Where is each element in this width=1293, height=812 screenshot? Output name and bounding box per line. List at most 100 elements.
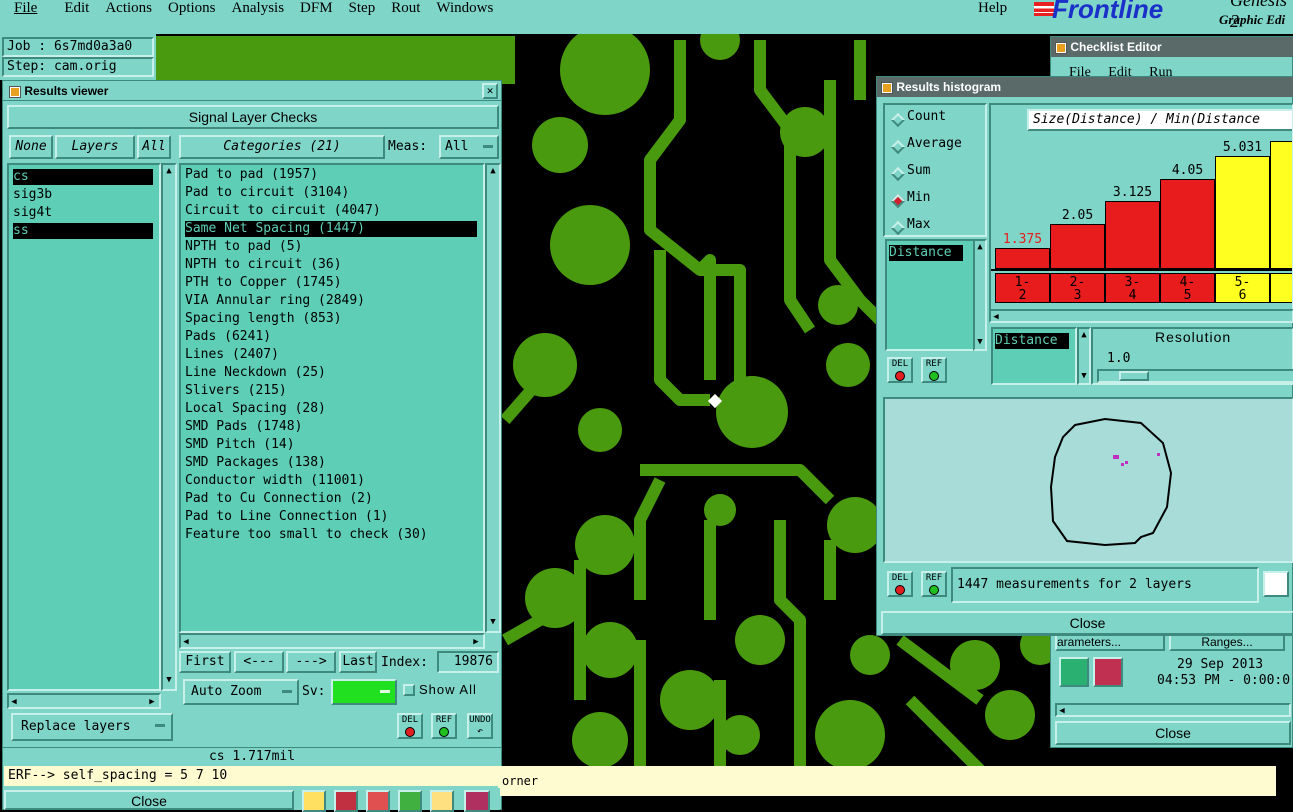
histogram-bar[interactable]	[1270, 141, 1292, 269]
hist-ref-button[interactable]: REF	[921, 357, 947, 383]
index-field[interactable]: 19876	[437, 651, 499, 673]
run-icon[interactable]	[1059, 657, 1089, 687]
scroll-up-icon[interactable]: ▲	[164, 166, 174, 176]
menu-analysis[interactable]: Analysis	[232, 0, 285, 17]
category-list-item[interactable]: Feature too small to check (30)	[185, 527, 477, 543]
histogram-titlebar[interactable]: Results histogram	[877, 77, 1293, 97]
layer-icon[interactable]	[334, 790, 358, 812]
category-list-item[interactable]: PTH to Copper (1745)	[185, 275, 477, 291]
chart-hscrollbar[interactable]: ◀	[989, 309, 1293, 323]
layers-hscrollbar[interactable]: ◀ ▶	[7, 693, 161, 709]
scroll-down-icon[interactable]: ▼	[975, 337, 985, 347]
del-button[interactable]: DEL	[397, 713, 423, 739]
histogram-bin-label[interactable]: 1- 2	[995, 273, 1050, 303]
replace-layers-dropdown[interactable]: Replace layers	[11, 713, 173, 741]
scroll-up-icon[interactable]: ▲	[488, 166, 498, 176]
none-button[interactable]: None	[9, 135, 53, 159]
layer-list-item[interactable]: ss	[13, 223, 153, 239]
category-list-item[interactable]: Lines (2407)	[185, 347, 477, 363]
mode-radio-button[interactable]	[890, 139, 906, 155]
histogram-icon[interactable]	[464, 790, 490, 812]
histogram-bar[interactable]	[1050, 224, 1105, 269]
distribution-preview[interactable]	[883, 397, 1293, 563]
category-list-item[interactable]: NPTH to pad (5)	[185, 239, 477, 255]
scroll-left-icon[interactable]: ◀	[181, 637, 191, 647]
ref-clear-icon[interactable]	[366, 790, 390, 812]
preview-ref-button[interactable]: REF	[921, 571, 947, 597]
scroll-left-icon[interactable]: ◀	[1057, 706, 1067, 716]
category-list-item[interactable]: Slivers (215)	[185, 383, 477, 399]
histogram-field-item[interactable]: Distance	[889, 245, 963, 261]
run-fast-icon[interactable]	[1093, 657, 1123, 687]
auto-zoom-dropdown[interactable]: Auto Zoom	[183, 679, 299, 705]
histogram-close-button[interactable]: Close	[881, 611, 1293, 635]
close-window-icon[interactable]: ✕	[482, 83, 498, 99]
histogram-bar[interactable]	[1105, 201, 1160, 269]
scroll-right-icon[interactable]: ▶	[147, 697, 157, 707]
mode-radio-button[interactable]	[890, 193, 906, 209]
menu-edit[interactable]: Edit	[64, 0, 89, 17]
main-close-button[interactable]: Close	[4, 790, 294, 810]
prev-button[interactable]: <---	[234, 651, 284, 673]
sv-color-dropdown[interactable]	[331, 679, 397, 705]
preview-del-button[interactable]: DEL	[887, 571, 913, 597]
category-list-item[interactable]: SMD Pads (1748)	[185, 419, 477, 435]
histogram-bin-label[interactable]: 4- 5	[1160, 273, 1215, 303]
scroll-down-icon[interactable]: ▼	[1079, 371, 1089, 381]
categories-list[interactable]: Pad to pad (1957) Pad to circuit (3104) Ci…	[179, 163, 485, 633]
category-list-item[interactable]: Circuit to circuit (4047)	[185, 203, 477, 219]
scroll-left-icon[interactable]: ◀	[9, 697, 19, 707]
layers-button[interactable]: Layers	[55, 135, 135, 159]
zoom-fit-icon[interactable]	[1263, 571, 1289, 597]
resolution-slider[interactable]	[1097, 369, 1293, 383]
category-list-item[interactable]: Pad to circuit (3104)	[185, 185, 477, 201]
scroll-right-icon[interactable]: ▶	[471, 637, 481, 647]
hist-del-button[interactable]: DEL	[887, 357, 913, 383]
next-button[interactable]: --->	[286, 651, 336, 673]
first-button[interactable]: First	[179, 651, 231, 673]
report-icon[interactable]	[430, 790, 454, 812]
step-icon[interactable]	[398, 790, 422, 812]
menu-help[interactable]: Help	[978, 0, 1007, 17]
checklist-hscrollbar[interactable]: ◀	[1055, 703, 1291, 717]
category-list-item[interactable]: Pad to Cu Connection (2)	[185, 491, 477, 507]
mode-radio-button[interactable]	[890, 220, 906, 236]
scroll-down-icon[interactable]: ▼	[164, 675, 174, 685]
mode-radio-button[interactable]	[890, 166, 906, 182]
menu-file[interactable]: File	[14, 0, 37, 17]
all-layers-button[interactable]: All	[137, 135, 171, 159]
ref-button[interactable]: REF	[431, 713, 457, 739]
layer-list-item[interactable]: cs	[13, 169, 153, 185]
mode-radio-button[interactable]	[890, 112, 906, 128]
meas-dropdown[interactable]: All	[439, 135, 499, 159]
category-list-item[interactable]: Line Neckdown (25)	[185, 365, 477, 381]
histogram-bin-label[interactable]: 2- 3	[1050, 273, 1105, 303]
layer-list-item[interactable]: sig3b	[13, 187, 153, 203]
menu-windows[interactable]: Windows	[436, 0, 493, 17]
menu-step[interactable]: Step	[349, 0, 376, 17]
resolution-field-item[interactable]: Distance	[995, 333, 1069, 349]
checklist-editor-titlebar[interactable]: Checklist Editor	[1051, 37, 1293, 57]
layers-scrollbar[interactable]: ▲ ▼	[161, 163, 177, 691]
results-viewer-titlebar[interactable]: Results viewer	[3, 81, 501, 101]
category-list-item[interactable]: NPTH to circuit (36)	[185, 257, 477, 273]
scroll-left-icon[interactable]: ◀	[991, 312, 1001, 322]
category-list-item[interactable]: Local Spacing (28)	[185, 401, 477, 417]
histogram-bar[interactable]	[995, 248, 1050, 269]
scroll-up-icon[interactable]: ▲	[975, 242, 985, 252]
menu-rout[interactable]: Rout	[391, 0, 420, 17]
show-all-checkbox[interactable]	[403, 684, 415, 696]
categories-hscrollbar[interactable]: ◀ ▶	[179, 633, 485, 649]
category-list-item[interactable]: Pad to Line Connection (1)	[185, 509, 477, 525]
categories-button[interactable]: Categories (21)	[179, 135, 385, 159]
categories-scrollbar[interactable]: ▲ ▼	[485, 163, 501, 633]
field-list-scrollbar[interactable]: ▲ ▼	[973, 239, 987, 351]
histogram-bin-label[interactable]: 5- 6	[1215, 273, 1270, 303]
command-line[interactable]: ERF--> self_spacing = 5 7 10	[4, 766, 498, 786]
ruler-icon[interactable]	[302, 790, 326, 812]
histogram-bar[interactable]	[1160, 179, 1215, 269]
resolution-field-list[interactable]: Distance	[991, 327, 1077, 385]
histogram-bin-label[interactable]: 6	[1270, 273, 1292, 303]
category-list-item[interactable]: VIA Annular ring (2849)	[185, 293, 477, 309]
category-list-item[interactable]: Same Net Spacing (1447)	[185, 221, 477, 237]
